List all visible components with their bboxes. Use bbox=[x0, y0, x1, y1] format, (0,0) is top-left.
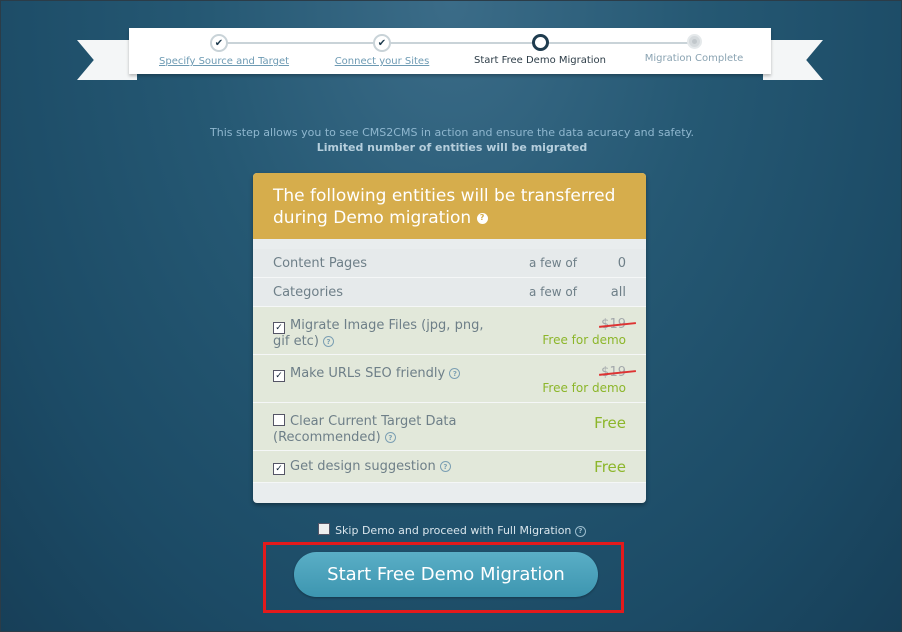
option-clear-target[interactable]: Clear Current Target Data (Recommended) … bbox=[253, 403, 646, 451]
step-start-demo: Start Free Demo Migration bbox=[465, 34, 615, 66]
checkbox-migrate-images[interactable]: ✓ bbox=[273, 322, 285, 334]
entity-label: Content Pages bbox=[273, 256, 368, 271]
option-label: Clear Current Target Data (Recommended) bbox=[273, 414, 457, 445]
demo-price: Free for demo bbox=[542, 333, 626, 347]
card-header: The following entities will be transferr… bbox=[253, 173, 646, 239]
start-demo-button[interactable]: Start Free Demo Migration bbox=[294, 552, 598, 597]
current-step-icon bbox=[531, 34, 549, 51]
option-migrate-images[interactable]: ✓ Migrate Image Files (jpg, png, gif etc)… bbox=[253, 307, 646, 355]
checkbox-design-suggestion[interactable]: ✓ bbox=[273, 463, 285, 475]
old-price: $19 bbox=[601, 365, 626, 380]
help-icon[interactable]: ? bbox=[449, 368, 461, 379]
step-label: Start Free Demo Migration bbox=[473, 55, 607, 66]
entity-row-content-pages: Content Pages a few of 0 bbox=[253, 249, 646, 278]
step-label[interactable]: Connect your Sites bbox=[322, 56, 442, 67]
checkbox-skip-demo[interactable] bbox=[318, 523, 331, 535]
skip-label: Skip Demo and proceed with Full Migratio… bbox=[335, 524, 572, 537]
progress-ribbon: ✔ Specify Source and Target ✔ Connect yo… bbox=[77, 28, 823, 84]
option-price: Free bbox=[594, 414, 626, 432]
option-design-suggestion[interactable]: ✓ Get design suggestion ? Free bbox=[253, 451, 646, 483]
option-label: Make URLs SEO friendly bbox=[290, 366, 446, 381]
checkbox-clear-target[interactable] bbox=[273, 414, 285, 426]
help-icon[interactable]: ? bbox=[574, 525, 586, 537]
help-icon[interactable]: ? bbox=[476, 212, 488, 224]
steps-connector bbox=[219, 42, 701, 44]
option-price: Free bbox=[594, 458, 626, 476]
demo-entities-card: The following entities will be transferr… bbox=[253, 173, 646, 503]
old-price: $19 bbox=[601, 317, 626, 332]
help-icon[interactable]: ? bbox=[384, 432, 396, 443]
option-seo-urls[interactable]: ✓ Make URLs SEO friendly ? $19 Free for d… bbox=[253, 355, 646, 403]
checkbox-seo-urls[interactable]: ✓ bbox=[273, 370, 285, 382]
step-migration-complete: Migration Complete bbox=[634, 34, 754, 64]
check-icon: ✔ bbox=[210, 34, 228, 52]
intro-text: This step allows you to see CMS2CMS in a… bbox=[1, 125, 902, 155]
demo-price: Free for demo bbox=[542, 381, 626, 395]
step-label[interactable]: Specify Source and Target bbox=[159, 56, 289, 67]
skip-demo-option[interactable]: Skip Demo and proceed with Full Migratio… bbox=[1, 523, 902, 537]
ribbon-tail-left bbox=[77, 40, 137, 80]
pending-step-icon bbox=[686, 34, 702, 49]
entity-row-categories: Categories a few of all bbox=[253, 278, 646, 307]
steps-bar: ✔ Specify Source and Target ✔ Connect yo… bbox=[129, 28, 771, 74]
step-specify-source[interactable]: ✔ Specify Source and Target bbox=[159, 34, 289, 67]
entity-qty: a few of bbox=[529, 285, 577, 299]
entity-qty: a few of bbox=[529, 256, 577, 270]
step-connect-sites[interactable]: ✔ Connect your Sites bbox=[322, 34, 442, 67]
step-label: Migration Complete bbox=[644, 53, 744, 64]
entity-total: 0 bbox=[617, 256, 626, 271]
option-label: Migrate Image Files (jpg, png, gif etc) bbox=[273, 318, 484, 349]
option-label: Get design suggestion bbox=[290, 459, 436, 474]
ribbon-tail-right bbox=[763, 40, 823, 80]
entity-label: Categories bbox=[273, 285, 344, 300]
entity-total: all bbox=[610, 285, 626, 300]
help-icon[interactable]: ? bbox=[323, 336, 335, 347]
card-title: The following entities will be transferr… bbox=[273, 186, 616, 228]
intro-limited-note: Limited number of entities will be migra… bbox=[316, 141, 588, 154]
help-icon[interactable]: ? bbox=[439, 461, 451, 472]
intro-line: This step allows you to see CMS2CMS in a… bbox=[210, 126, 694, 139]
check-icon: ✔ bbox=[373, 34, 391, 52]
